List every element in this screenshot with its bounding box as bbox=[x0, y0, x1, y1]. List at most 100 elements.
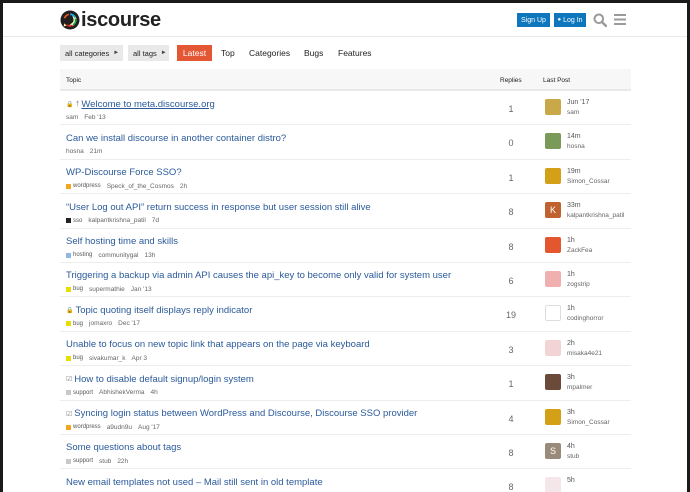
original-poster[interactable]: AbhishekVerma bbox=[99, 389, 145, 396]
category-badge[interactable]: bug bbox=[73, 286, 83, 292]
topic-title-link[interactable]: Can we install discourse in another cont… bbox=[66, 133, 286, 144]
topic-title-line: Triggering a backup via admin API causes… bbox=[66, 270, 451, 282]
category-dropdown[interactable]: all categories ► bbox=[60, 45, 123, 61]
search-icon[interactable] bbox=[593, 13, 607, 27]
last-post-time[interactable]: 3h bbox=[567, 409, 575, 416]
category-badge[interactable]: wordpress bbox=[73, 424, 101, 430]
column-header-last-post[interactable]: Last Post bbox=[543, 77, 570, 84]
avatar[interactable] bbox=[545, 374, 561, 391]
topic-title-link[interactable]: Unable to focus on new topic link that a… bbox=[66, 339, 370, 350]
person-icon: ● bbox=[557, 17, 562, 23]
site-logo[interactable]: iscourse bbox=[60, 8, 161, 32]
original-poster[interactable]: Speck_of_the_Cosmos bbox=[107, 183, 174, 190]
topic-title-link[interactable]: New email templates not used – Mail stil… bbox=[66, 477, 323, 488]
original-poster[interactable]: stub bbox=[99, 458, 111, 465]
last-post-time[interactable]: 5h bbox=[567, 477, 575, 484]
table-row[interactable]: “User Log out API” return success in res… bbox=[60, 194, 631, 229]
avatar[interactable] bbox=[545, 236, 561, 253]
table-row[interactable]: New email templates not used – Mail stil… bbox=[60, 469, 631, 492]
original-poster[interactable]: communitygal bbox=[98, 252, 138, 259]
topic-title-line: 🔒 Topic quoting itself displays reply ind… bbox=[66, 304, 252, 316]
last-post-time[interactable]: 3h bbox=[567, 374, 575, 381]
table-row[interactable]: ☑ How to disable default signup/login sys… bbox=[60, 366, 631, 401]
avatar[interactable] bbox=[545, 305, 561, 322]
table-row[interactable]: Unable to focus on new topic link that a… bbox=[60, 332, 631, 367]
topic-title-line: ☑ Syncing login status between WordPress … bbox=[66, 408, 417, 420]
table-row[interactable]: Can we install discourse in another cont… bbox=[60, 125, 631, 160]
category-badge[interactable]: wordpress bbox=[73, 183, 101, 189]
last-post-user[interactable]: misaka4e21 bbox=[567, 350, 602, 357]
topic-title-link[interactable]: Triggering a backup via admin API causes… bbox=[66, 270, 451, 281]
avatar[interactable]: K bbox=[545, 202, 561, 219]
column-header-topic[interactable]: Topic bbox=[66, 77, 81, 84]
last-post-time[interactable]: 2h bbox=[567, 340, 575, 347]
avatar[interactable] bbox=[545, 99, 561, 115]
category-badge[interactable]: support bbox=[73, 458, 93, 464]
tab-latest[interactable]: Latest bbox=[177, 45, 212, 61]
avatar[interactable] bbox=[545, 339, 561, 356]
tab-top[interactable]: Top bbox=[221, 45, 235, 61]
category-badge[interactable]: support bbox=[73, 390, 93, 396]
original-poster[interactable]: sam bbox=[66, 114, 78, 121]
hamburger-icon[interactable] bbox=[614, 14, 626, 25]
original-poster[interactable]: hosna bbox=[66, 148, 84, 155]
last-post-user[interactable]: Simon_Cossar bbox=[567, 178, 610, 185]
last-post-time[interactable]: 19m bbox=[567, 168, 581, 175]
last-post-user[interactable]: kalpantkrishna_patil bbox=[567, 212, 624, 219]
avatar[interactable] bbox=[545, 270, 561, 287]
original-poster[interactable]: sivakumar_k bbox=[89, 355, 125, 362]
log-in-label: Log In bbox=[563, 16, 583, 24]
topic-title-link[interactable]: Some questions about tags bbox=[66, 442, 181, 453]
avatar[interactable] bbox=[545, 477, 561, 492]
category-badge[interactable]: bug bbox=[73, 355, 83, 361]
last-post-time[interactable]: Jun '17 bbox=[567, 99, 589, 106]
category-badge[interactable]: bug bbox=[73, 321, 83, 327]
last-post-time[interactable]: 1h bbox=[567, 237, 575, 244]
category-badge[interactable]: sso bbox=[73, 218, 82, 224]
last-post-user[interactable]: Simon_Cossar bbox=[567, 419, 610, 426]
last-post-time[interactable]: 14m bbox=[567, 133, 581, 140]
topic-title-link[interactable]: WP-Discourse Force SSO? bbox=[66, 167, 182, 178]
last-post-user[interactable]: hosna bbox=[567, 143, 585, 150]
tab-features[interactable]: Features bbox=[338, 45, 372, 61]
tab-categories[interactable]: Categories bbox=[249, 45, 290, 61]
last-post-user[interactable]: ZackFea bbox=[567, 247, 592, 254]
topic-title-link[interactable]: Welcome to meta.discourse.org bbox=[81, 99, 214, 110]
table-row[interactable]: 🔒 Topic quoting itself displays reply ind… bbox=[60, 297, 631, 332]
last-post-user[interactable]: stub bbox=[567, 453, 579, 460]
log-in-button[interactable]: ● Log In bbox=[554, 13, 586, 27]
avatar[interactable] bbox=[545, 167, 561, 184]
topic-title-link[interactable]: “User Log out API” return success in res… bbox=[66, 202, 371, 213]
topic-title-link[interactable]: Syncing login status between WordPress a… bbox=[74, 408, 417, 419]
table-row[interactable]: Triggering a backup via admin API causes… bbox=[60, 263, 631, 298]
tag-dropdown[interactable]: all tags ► bbox=[128, 45, 169, 61]
topic-title-link[interactable]: Self hosting time and skills bbox=[66, 236, 178, 247]
last-post-user[interactable]: sam bbox=[567, 109, 579, 116]
avatar[interactable] bbox=[545, 408, 561, 425]
last-post-time[interactable]: 1h bbox=[567, 271, 575, 278]
category-badge[interactable]: hosting bbox=[73, 252, 92, 258]
table-row[interactable]: Self hosting time and skills hosting commu… bbox=[60, 229, 631, 263]
last-post-user[interactable]: zogstrip bbox=[567, 281, 590, 288]
table-row[interactable]: WP-Discourse Force SSO? wordpress Speck_of… bbox=[60, 160, 631, 195]
last-post-user[interactable]: mpalmer bbox=[567, 384, 592, 391]
original-poster[interactable]: a9udn9u bbox=[107, 424, 132, 431]
tab-bugs[interactable]: Bugs bbox=[304, 45, 323, 61]
table-row[interactable]: 🔒 † Welcome to meta.discourse.org sam Feb '1… bbox=[60, 91, 631, 126]
reply-count: 3 bbox=[508, 344, 514, 355]
last-post-time[interactable]: 1h bbox=[567, 305, 575, 312]
avatar[interactable] bbox=[545, 133, 561, 150]
original-poster[interactable]: jomaxro bbox=[89, 320, 112, 327]
avatar[interactable]: S bbox=[545, 442, 561, 459]
last-post-time[interactable]: 33m bbox=[567, 202, 581, 209]
table-row[interactable]: Some questions about tags support stub 22h 8… bbox=[60, 435, 631, 470]
table-row[interactable]: ☑ Syncing login status between WordPress … bbox=[60, 401, 631, 435]
last-post-time[interactable]: 4h bbox=[567, 443, 575, 450]
last-post-user[interactable]: codinghorror bbox=[567, 315, 604, 322]
topic-title-link[interactable]: Topic quoting itself displays reply indi… bbox=[75, 305, 252, 316]
original-poster[interactable]: supermathie bbox=[89, 286, 125, 293]
original-poster[interactable]: kalpantkrishna_patil bbox=[88, 217, 145, 224]
sign-up-button[interactable]: Sign Up bbox=[517, 13, 550, 27]
column-header-replies[interactable]: Replies bbox=[500, 77, 522, 84]
topic-title-link[interactable]: How to disable default signup/login syst… bbox=[74, 374, 254, 385]
